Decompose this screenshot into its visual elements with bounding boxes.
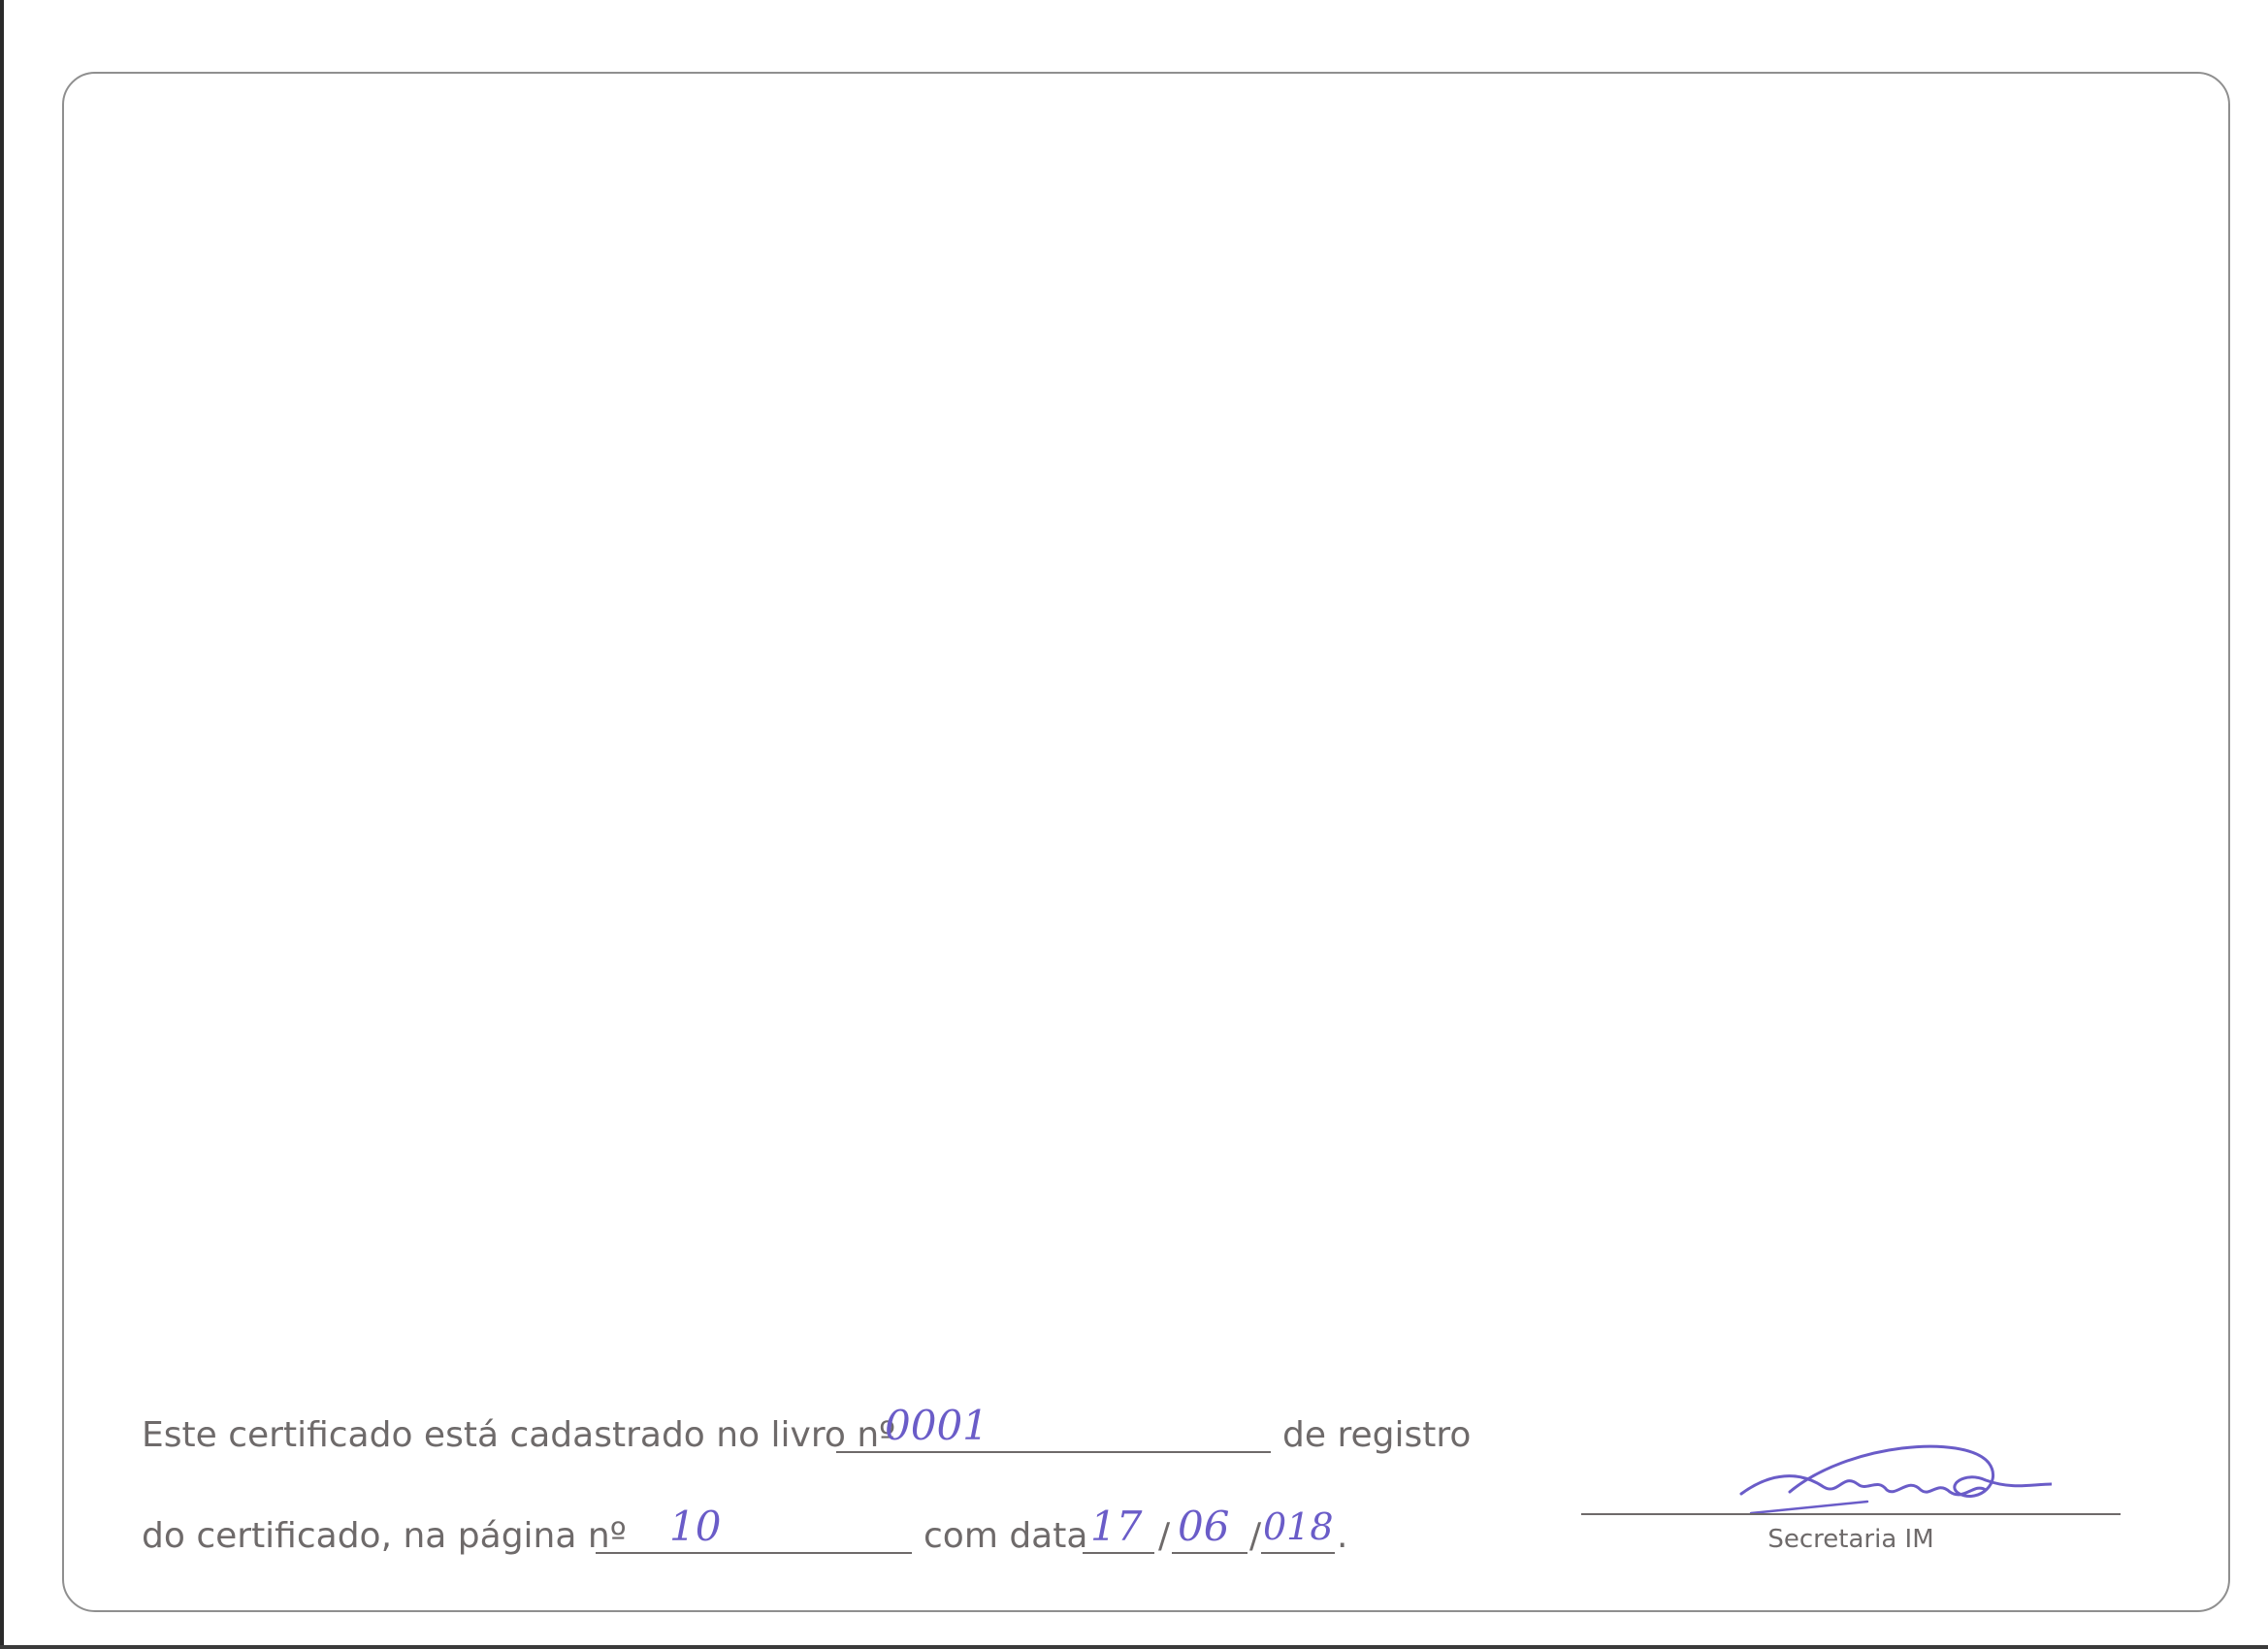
certificate-frame [62,72,2230,1612]
registration-line2-end: . [1337,1516,1348,1556]
pagina-number-handwritten: 10 [669,1503,722,1550]
registration-line1-suffix: de registro [1282,1415,1472,1455]
pagina-number-blank [596,1509,912,1554]
scan-edge-left [0,0,4,1649]
signature-role-label: Secretaria IM [1767,1525,1934,1554]
registration-line2-prefix: do certificado, na página nº [142,1516,627,1556]
livro-number-handwritten: 0001 [885,1402,988,1449]
date-month-handwritten: 06 [1178,1503,1230,1550]
date-day-handwritten: 17 [1090,1503,1143,1550]
registration-line1-prefix: Este certificado está cadastrado no livr… [142,1415,896,1455]
date-separator-2: / [1249,1516,1262,1556]
date-year-handwritten: 018 [1263,1505,1334,1548]
registration-line2-middle: com data [923,1516,1088,1556]
signature-line [1581,1513,2121,1515]
date-separator-1: / [1158,1516,1171,1556]
scan-edge-bottom [0,1645,2268,1649]
